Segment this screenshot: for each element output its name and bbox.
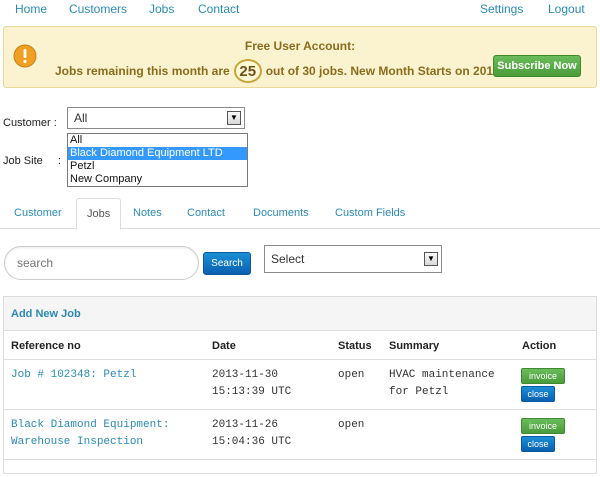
- chevron-down-icon[interactable]: ▼: [424, 252, 438, 266]
- top-nav: Home Customers Jobs Contact Settings Log…: [0, 0, 600, 18]
- nav-customers-link[interactable]: Customers: [69, 2, 127, 16]
- job-filter-select[interactable]: Select ▼: [264, 245, 442, 273]
- nav-settings-link[interactable]: Settings: [480, 2, 523, 16]
- customer-dropdown-list[interactable]: All Black Diamond Equipment LTD Petzl Ne…: [67, 133, 248, 187]
- tab-documents[interactable]: Documents: [243, 198, 319, 229]
- tab-customer[interactable]: Customer: [4, 198, 72, 229]
- close-job-button[interactable]: close: [521, 386, 555, 402]
- job-site-label: Job Site: [3, 155, 43, 167]
- job-time: 15:04:36 UTC: [212, 436, 292, 448]
- jobs-panel-header: Add New Job: [4, 297, 596, 331]
- nav-jobs-link[interactable]: Jobs: [149, 2, 174, 16]
- column-header-action: Action: [522, 340, 557, 352]
- customer-tabs: Customer Jobs Notes Contact Documents Cu…: [0, 198, 600, 230]
- customer-select[interactable]: All ▼: [67, 107, 245, 129]
- dropdown-option[interactable]: New Company: [68, 173, 247, 186]
- subscribe-now-button[interactable]: Subscribe Now: [493, 55, 581, 77]
- banner-title: Free User Account:: [244, 39, 356, 53]
- table-divider: [4, 359, 596, 360]
- tab-jobs[interactable]: Jobs: [76, 198, 122, 230]
- job-status: open: [338, 369, 365, 381]
- tab-contact[interactable]: Contact: [177, 198, 235, 229]
- job-summary: HVAC maintenance: [389, 369, 495, 381]
- job-filter-select-value: Select: [271, 252, 305, 266]
- close-job-button[interactable]: close: [521, 436, 555, 452]
- job-site-colon: :: [58, 155, 62, 167]
- job-time: 15:13:39 UTC: [212, 386, 292, 398]
- dropdown-option[interactable]: Petzl: [68, 160, 247, 173]
- search-input[interactable]: [17, 248, 187, 278]
- nav-logout-link[interactable]: Logout: [548, 2, 585, 16]
- job-reference-link[interactable]: Job # 102348: Petzl: [11, 367, 136, 384]
- free-account-banner: Free User Account: Jobs remaining this m…: [3, 26, 597, 88]
- search-field[interactable]: [4, 246, 199, 280]
- job-date: 2013-11-26: [212, 419, 279, 431]
- job-date: 2013-11-30: [212, 369, 279, 381]
- tab-notes[interactable]: Notes: [123, 198, 172, 229]
- table-divider: [4, 459, 596, 460]
- column-header-reference: Reference no: [11, 340, 81, 352]
- jobs-panel: Add New Job Reference no Date Status Sum…: [3, 296, 597, 474]
- job-reference-link[interactable]: Black Diamond Equipment:: [11, 417, 169, 434]
- nav-home-link[interactable]: Home: [15, 2, 47, 16]
- column-header-date: Date: [212, 340, 236, 352]
- customer-select-value: All: [74, 111, 88, 125]
- search-button[interactable]: Search: [203, 252, 251, 275]
- customer-label: Customer :: [3, 117, 57, 129]
- job-status: open: [338, 419, 365, 431]
- tab-custom-fields[interactable]: Custom Fields: [325, 198, 415, 229]
- chevron-down-icon[interactable]: ▼: [227, 111, 241, 125]
- banner-message: Jobs remaining this month are 25 out of …: [55, 59, 538, 83]
- job-summary-line2: for Petzl: [389, 386, 449, 398]
- add-new-job-link[interactable]: Add New Job: [11, 308, 81, 320]
- nav-contact-link[interactable]: Contact: [198, 2, 239, 16]
- invoice-button[interactable]: invoice: [521, 368, 565, 384]
- banner-text-pre: Jobs remaining this month are: [55, 64, 230, 78]
- dropdown-option-highlighted[interactable]: Black Diamond Equipment LTD: [68, 147, 247, 160]
- column-header-summary: Summary: [389, 340, 440, 352]
- invoice-button[interactable]: invoice: [521, 418, 565, 434]
- jobs-remaining-badge: 25: [233, 59, 262, 83]
- table-divider: [4, 409, 596, 410]
- column-header-status: Status: [338, 340, 372, 352]
- dropdown-option[interactable]: All: [68, 134, 247, 147]
- job-reference-link-line2[interactable]: Warehouse Inspection: [11, 434, 143, 451]
